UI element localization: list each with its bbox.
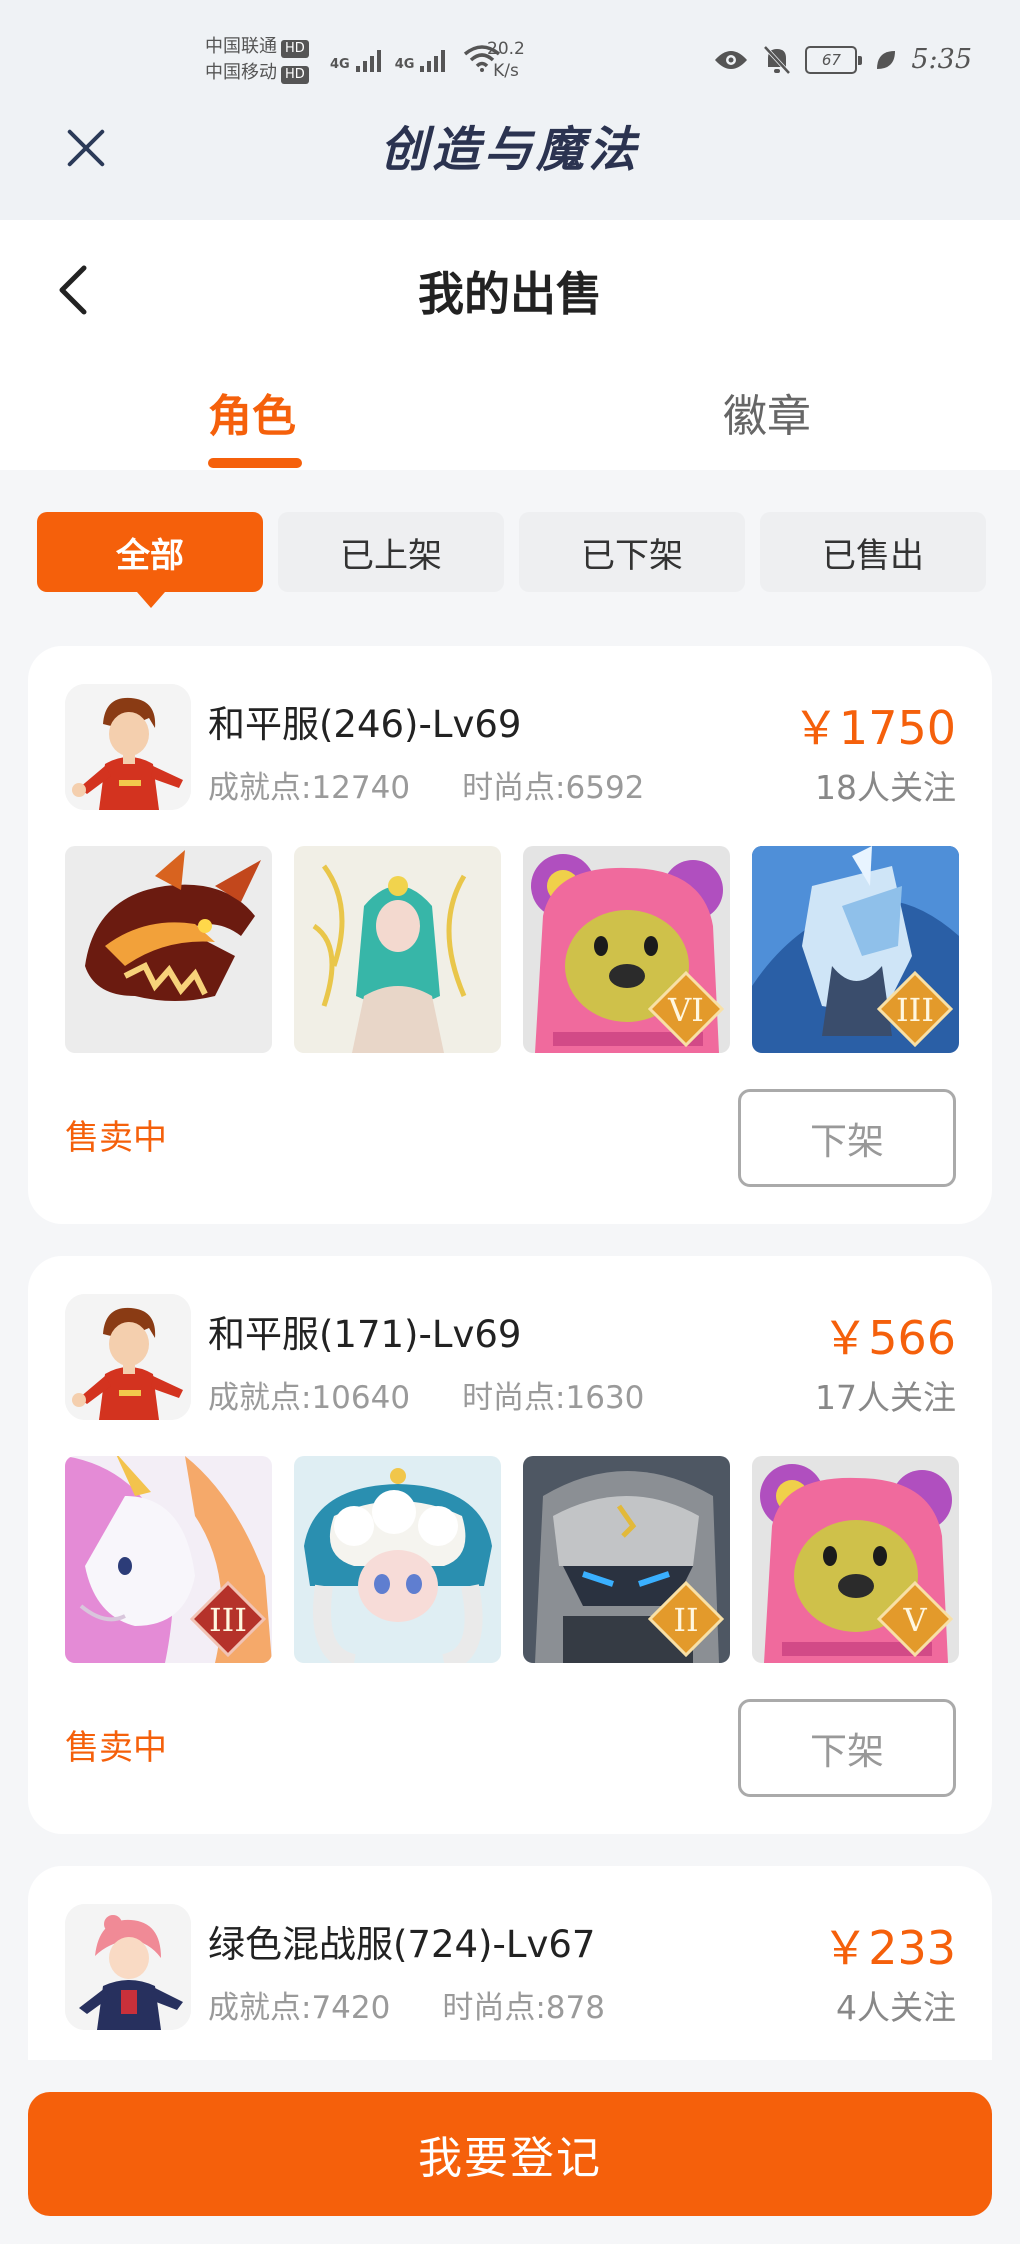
status-bar: 中国联通 HD 中国移动 HD 4G 4G 20.2 K/s 67 5:35 [0, 0, 1020, 90]
character-name: 和平服(171)-Lv69 [208, 1313, 522, 1356]
thumb-sea-goddess[interactable] [294, 846, 501, 1053]
follower-count: 18人关注 [815, 768, 956, 807]
active-tab-indicator [208, 458, 302, 468]
filter-all[interactable]: 全部 [37, 512, 263, 608]
achievement-points: 成就点:12740 [208, 770, 411, 806]
thumb-pink-bear[interactable]: V [752, 1456, 959, 1663]
item-thumbnails: III II V [65, 1456, 959, 1663]
character-stats: 成就点:12740 时尚点:6592 [208, 762, 644, 807]
listing-card[interactable]: 和平服(171)-Lv69 成就点:10640 时尚点:1630 ￥566 17人… [28, 1256, 992, 1834]
svg-text:III: III [896, 991, 934, 1029]
fashion-points: 时尚点:878 [442, 1990, 605, 2026]
rank-badge-icon: III [190, 1581, 266, 1657]
carrier-info: 中国联通 HD 中国移动 HD [205, 34, 309, 86]
signal-icon [420, 50, 446, 72]
fashion-points: 时尚点:1630 [462, 1380, 645, 1416]
leaf-icon [877, 50, 896, 69]
rank-badge-icon: II [648, 1581, 724, 1657]
filter-listed[interactable]: 已上架 [278, 512, 504, 592]
clock: 5:35 [911, 44, 972, 75]
rank-badge-icon: V [877, 1581, 953, 1657]
battery-icon: 67 [805, 45, 863, 74]
network-type: 4G [394, 57, 415, 72]
character-avatar [65, 1294, 191, 1420]
listing-status: 售卖中 [65, 1118, 167, 1158]
svg-text:V: V [902, 1601, 927, 1639]
tab-badge[interactable]: 徽章 [723, 380, 811, 444]
svg-text:VI: VI [667, 991, 704, 1029]
svg-text:II: II [673, 1601, 698, 1639]
listing-card[interactable]: 和平服(246)-Lv69 成就点:12740 时尚点:6592 ￥1750 18… [28, 646, 992, 1224]
register-button[interactable]: 我要登记 [28, 2092, 992, 2216]
character-name: 和平服(246)-Lv69 [208, 703, 522, 746]
character-avatar [65, 684, 191, 810]
character-stats: 成就点:7420 时尚点:878 [208, 1982, 605, 2027]
hd-badge: HD [281, 66, 309, 84]
listing-status: 售卖中 [65, 1728, 167, 1768]
page-title: 我的出售 [418, 267, 602, 321]
app-header: 创造与魔法 [0, 90, 1020, 220]
filter-delisted[interactable]: 已下架 [519, 512, 745, 592]
carrier-1: 中国联通 [205, 36, 277, 57]
signal-icons: 4G 4G [330, 44, 501, 72]
item-thumbnails: VI III [65, 846, 959, 1053]
follower-count: 4人关注 [836, 1988, 956, 2027]
tab-role[interactable]: 角色 [208, 380, 296, 444]
hd-badge: HD [281, 40, 309, 58]
svg-text:III: III [209, 1601, 247, 1639]
filter-sold[interactable]: 已售出 [760, 512, 986, 592]
follower-count: 17人关注 [815, 1378, 956, 1417]
thumb-ice-knight[interactable]: III [752, 846, 959, 1053]
speed-unit: K/s [493, 61, 519, 81]
status-right: 67 5:35 [713, 44, 972, 75]
thumb-dragon[interactable] [65, 846, 272, 1053]
achievement-points: 成就点:10640 [208, 1380, 411, 1416]
character-stats: 成就点:10640 时尚点:1630 [208, 1372, 644, 1417]
delist-button[interactable]: 下架 [738, 1089, 956, 1187]
net-speed: 20.2 K/s [487, 38, 525, 82]
mute-bell-icon [763, 45, 791, 74]
delist-button[interactable]: 下架 [738, 1699, 956, 1797]
filter-bar: 全部 已上架 已下架 已售出 [37, 512, 986, 608]
eye-icon [715, 50, 748, 69]
signal-icon [355, 50, 381, 72]
thumb-pink-bear[interactable]: VI [523, 846, 730, 1053]
achievement-points: 成就点:7420 [208, 1990, 391, 2026]
character-name: 绿色混战服(724)-Lv67 [208, 1923, 596, 1966]
page-header: 我的出售 角色 徽章 [0, 220, 1020, 470]
listing-price: ￥233 [822, 1921, 956, 1975]
listing-price: ￥566 [822, 1311, 956, 1365]
rank-badge-icon: III [877, 971, 953, 1047]
thumb-stone-golem[interactable]: II [523, 1456, 730, 1663]
fashion-points: 时尚点:6592 [462, 770, 645, 806]
network-type: 4G [330, 57, 350, 72]
speed-value: 20.2 [487, 39, 525, 59]
rank-badge-icon: VI [648, 971, 724, 1047]
thumb-cloud-girl[interactable] [294, 1456, 501, 1663]
carrier-2: 中国移动 [205, 62, 277, 83]
listing-price: ￥1750 [792, 701, 956, 755]
app-title: 创造与魔法 [379, 122, 640, 178]
character-avatar [65, 1904, 191, 2030]
thumb-unicorn[interactable]: III [65, 1456, 272, 1663]
